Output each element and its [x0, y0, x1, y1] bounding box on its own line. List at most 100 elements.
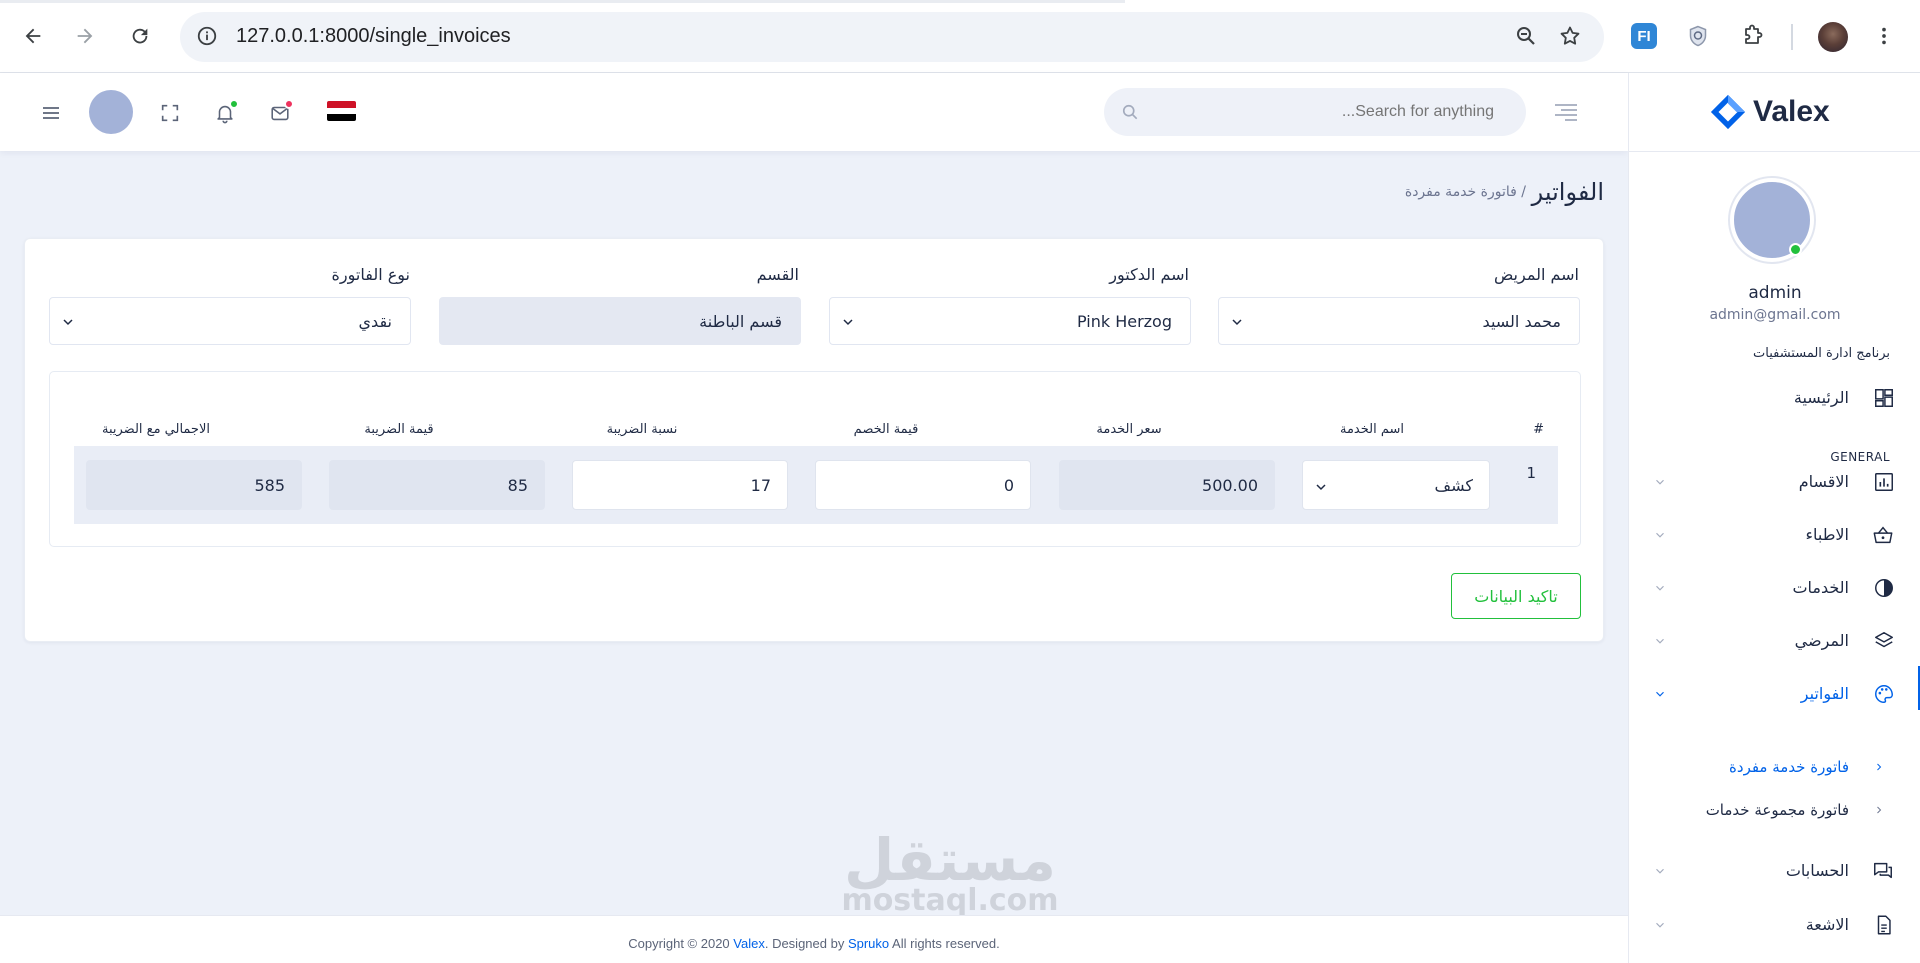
reload-icon	[132, 28, 148, 44]
watermark-english: mostaql.com	[841, 883, 1059, 918]
url-text[interactable]: 127.0.0.1:8000/single_invoices	[236, 25, 511, 48]
total-value: 585	[254, 476, 285, 495]
logo[interactable]: Valex	[1709, 93, 1830, 131]
service-select[interactable]: كشف	[1302, 460, 1490, 510]
sidebar-item-label: الخدمات	[1792, 578, 1849, 597]
extension-shield-button[interactable]	[1680, 18, 1716, 54]
forward-button[interactable]	[67, 18, 103, 54]
copyright-mid: . Designed by	[764, 936, 848, 951]
puzzle-icon	[1745, 24, 1763, 44]
tax-rate-input[interactable]: 17	[572, 460, 788, 510]
user-avatar[interactable]	[89, 90, 133, 134]
chevron-down-icon	[1656, 691, 1664, 697]
search-input[interactable]	[1154, 88, 1504, 136]
sidebar-item-label: الاقسام	[1798, 472, 1849, 491]
sidebar-item-label: الاشعة	[1805, 915, 1849, 934]
sidebar-item-sections[interactable]: الاقسام	[1629, 462, 1920, 502]
valex-link[interactable]: Valex	[733, 936, 765, 951]
back-button[interactable]	[15, 18, 51, 54]
arrow-right-icon	[77, 28, 93, 44]
sidebar-user-name: admin	[1748, 283, 1802, 303]
row-number: 1	[1526, 464, 1536, 482]
copyright-suffix: All rights reserved.	[889, 936, 1000, 951]
col-header-total: الاجمالي مع الضريبة	[101, 422, 210, 437]
col-header-service: اسم الخدمة	[1339, 422, 1404, 437]
invoice-card: اسم المريض اسم الدكتور القسم نوع الفاتور…	[24, 238, 1604, 642]
browser-menu-button[interactable]	[1866, 18, 1902, 54]
sidebar-divider	[1629, 151, 1920, 152]
sidebar-item-services[interactable]: الخدمات	[1629, 568, 1920, 608]
mail-dot	[284, 99, 294, 109]
price-field: 500.00	[1059, 460, 1275, 510]
table-row: 1 كشف 500.00 0 17 85 585	[74, 446, 1558, 524]
messages-button[interactable]	[262, 95, 298, 131]
spruko-link[interactable]: Spruko	[848, 936, 889, 951]
palette-icon	[1875, 685, 1893, 703]
sidebar-item-label: الاطباء	[1805, 525, 1849, 544]
chevron-down-icon	[1656, 585, 1664, 591]
hamburger-icon	[43, 107, 59, 119]
logo-text: Valex	[1753, 95, 1830, 128]
sidebar-item-label: الرئيسية	[1793, 388, 1849, 407]
patient-label: اسم المريض	[1493, 265, 1579, 284]
sidebar-subitem-group-invoice[interactable]: فاتورة مجموعة خدمات	[1629, 796, 1920, 826]
chevron-right-icon	[1877, 763, 1882, 771]
doctor-label: اسم الدكتور	[1109, 265, 1189, 284]
egypt-flag-icon[interactable]	[327, 101, 356, 121]
fi-extension-icon: FI	[1631, 23, 1657, 49]
col-header-discount: قيمة الخصم	[853, 422, 919, 437]
copyright-text: Copyright © 2020 Valex. Designed by Spru…	[0, 936, 1628, 951]
shield-icon	[1689, 25, 1707, 47]
invoice-type-select[interactable]: نقدي	[49, 297, 411, 345]
browser-toolbar: 127.0.0.1:8000/single_invoices FI	[0, 0, 1920, 73]
reload-button[interactable]	[122, 18, 158, 54]
document-icon	[1877, 915, 1891, 935]
search-icon[interactable]	[1120, 102, 1140, 122]
sidebar-subitem-label: فاتورة مجموعة خدمات	[1705, 801, 1849, 819]
col-header-tax-value: قيمة الضريبة	[364, 422, 434, 437]
sidebar-subitem-single-invoice[interactable]: فاتورة خدمة مفردة	[1629, 753, 1920, 783]
chevron-down-icon	[1656, 479, 1664, 485]
sidebar-item-accounts[interactable]: الحسابات	[1629, 851, 1920, 891]
section-field: قسم الباطنة	[439, 297, 801, 345]
discount-value: 0	[1003, 476, 1014, 495]
doctor-value: Pink Herzog	[1076, 312, 1172, 331]
patient-select[interactable]: محمد السيد	[1218, 297, 1580, 345]
watermark-arabic: مستقل	[843, 826, 1057, 894]
sidebar-item-doctors[interactable]: الاطباء	[1629, 515, 1920, 555]
confirm-data-button[interactable]: تاكيد البيانات	[1451, 573, 1581, 619]
extension-fi-button[interactable]: FI	[1626, 18, 1662, 54]
app-header	[0, 73, 1628, 151]
sidebar-item-patients[interactable]: المرضي	[1629, 621, 1920, 661]
sidebar-item-radiology[interactable]: الاشعة	[1629, 905, 1920, 945]
invoice-type-label: نوع الفاتورة	[331, 265, 410, 284]
half-circle-icon	[1875, 579, 1893, 597]
sidebar-item-invoices[interactable]: الفواتير	[1629, 666, 1920, 714]
extensions-button[interactable]	[1735, 18, 1771, 54]
tax-value-field: 85	[329, 460, 545, 510]
menu-toggle-button[interactable]	[33, 95, 69, 131]
more-vertical-icon	[1882, 27, 1886, 45]
toolbar-separator	[1791, 24, 1793, 50]
chevron-down-icon	[1656, 868, 1664, 874]
tax-value-value: 85	[507, 476, 528, 495]
fullscreen-button[interactable]	[152, 95, 188, 131]
sidebar-toggle-button[interactable]	[1553, 99, 1579, 123]
tab-strip	[0, 0, 1920, 3]
doctor-select[interactable]: Pink Herzog	[829, 297, 1191, 345]
chat-icon	[1874, 862, 1892, 879]
info-icon[interactable]	[196, 25, 218, 47]
sidebar-avatar[interactable]	[1730, 178, 1814, 262]
breadcrumb[interactable]: / فاتورة خدمة مفردة	[1405, 184, 1526, 200]
bookmark-star-icon[interactable]	[1558, 24, 1582, 48]
section-value: قسم الباطنة	[699, 312, 782, 331]
sidebar-item-home[interactable]: الرئيسية	[1629, 378, 1920, 418]
col-header-index: #	[1533, 422, 1544, 437]
profile-avatar[interactable]	[1818, 22, 1848, 52]
discount-input[interactable]: 0	[815, 460, 1031, 510]
footer: Copyright © 2020 Valex. Designed by Spru…	[0, 915, 1628, 963]
notifications-button[interactable]	[207, 95, 243, 131]
zoom-icon[interactable]	[1514, 24, 1538, 48]
chevron-down-icon	[1656, 638, 1664, 644]
address-bar[interactable]: 127.0.0.1:8000/single_invoices	[180, 12, 1604, 62]
